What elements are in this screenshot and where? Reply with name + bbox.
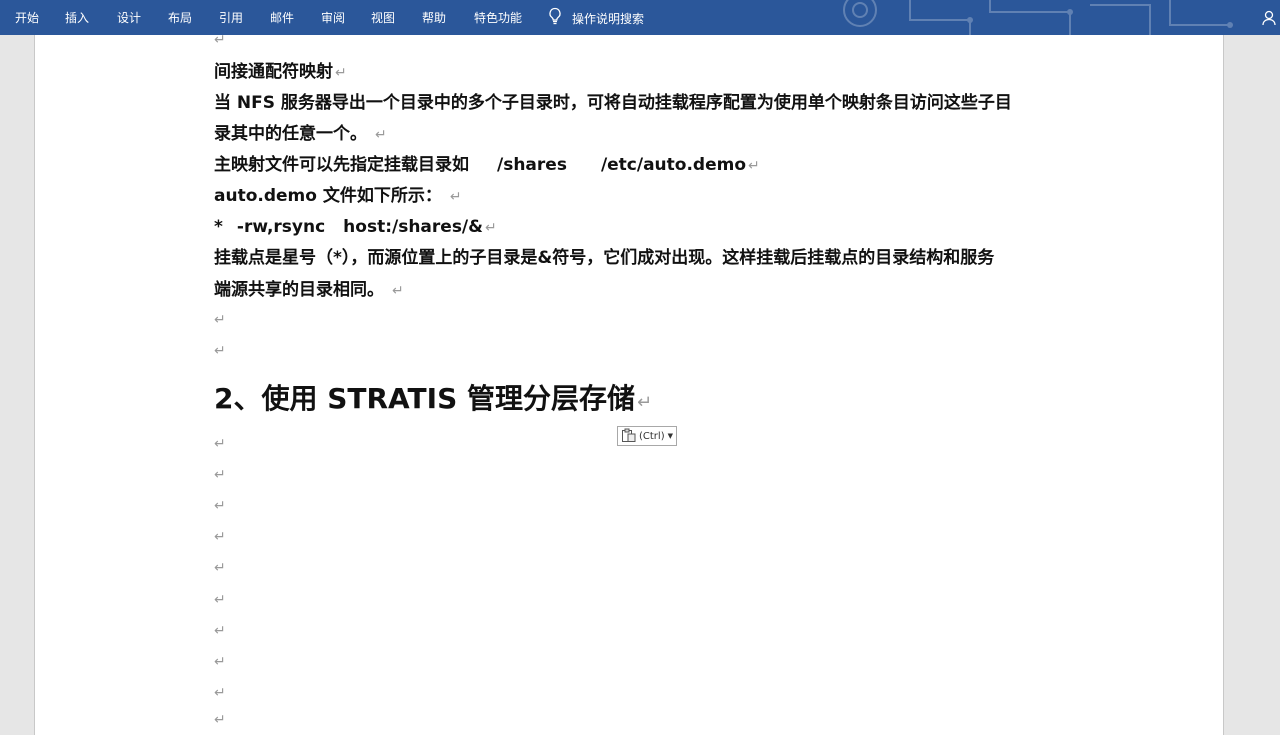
clipboard-icon xyxy=(621,428,637,445)
paragraph-mark: ↵ xyxy=(214,467,226,483)
paragraph-mark: ↵ xyxy=(637,392,653,413)
line-text: 主映射文件可以先指定挂载目录如 xyxy=(214,155,469,175)
line-text: 端源共享的目录相同。 xyxy=(214,280,384,300)
paragraph-mark: ↵ xyxy=(214,343,226,359)
document-page[interactable]: ↵ 间接通配符映射 ↵ 当 NFS 服务器导出一个目录中的多个子目录时，可将自动挂… xyxy=(34,32,1224,735)
paragraph-mark: ↵ xyxy=(335,65,347,81)
tab-home[interactable]: 开始 xyxy=(15,10,39,26)
paragraph-mark: ↵ xyxy=(214,436,226,452)
paragraph-mark: ↵ xyxy=(214,623,226,639)
paragraph-mark: ↵ xyxy=(214,592,226,608)
paragraph-mark: ↵ xyxy=(214,529,226,545)
line-text: 录其中的任意一个。 xyxy=(214,124,367,144)
line-text: /etc/auto.demo xyxy=(600,155,747,175)
doc-line-6: * -rw,rsync host:/shares/& ↵ xyxy=(214,216,497,239)
paragraph-mark: ↵ xyxy=(392,283,404,299)
heading-text: 2、使用 STRATIS 管理分层存储 xyxy=(214,382,635,415)
line-text: host:/shares/& xyxy=(343,217,483,237)
line-text: 间接通配符映射 xyxy=(214,62,333,82)
paste-options-label: (Ctrl) xyxy=(639,430,665,442)
ribbon-decoration xyxy=(843,0,1233,35)
paragraph-mark: ↵ xyxy=(449,189,462,205)
doc-line-4: 主映射文件可以先指定挂载目录如/shares/etc/auto.demo ↵ xyxy=(214,154,760,177)
tab-insert[interactable]: 插入 xyxy=(65,10,89,26)
line-text: * xyxy=(214,217,223,237)
doc-line-8: 端源共享的目录相同。 ↵ xyxy=(214,279,404,302)
paragraph-mark: ↵ xyxy=(214,312,226,328)
tab-mailings[interactable]: 邮件 xyxy=(270,10,294,26)
tab-help[interactable]: 帮助 xyxy=(422,10,446,26)
doc-line-3: 录其中的任意一个。 ↵ xyxy=(214,123,387,146)
paragraph-mark: ↵ xyxy=(214,560,226,576)
ribbon-tab-bar: 开始 插入 设计 布局 引用 邮件 审阅 视图 帮助 特色功能 操作说明搜索 xyxy=(0,0,1280,35)
line-text: -rw,rsync xyxy=(236,217,326,237)
line-text: 当 NFS 服务器导出一个目录中的多个子目录时，可将自动挂载程序配置为使用单个映… xyxy=(214,93,1012,113)
tab-features[interactable]: 特色功能 xyxy=(474,10,522,26)
doc-line-5: auto.demo 文件如下所示： ↵ xyxy=(214,185,462,208)
section-heading: 2、使用 STRATIS 管理分层存储 ↵ xyxy=(214,381,652,421)
paragraph-mark: ↵ xyxy=(748,158,760,174)
line-text: auto.demo 文件如下所示： xyxy=(214,186,442,206)
tab-layout[interactable]: 布局 xyxy=(168,10,192,26)
paste-options-button[interactable]: (Ctrl) ▼ xyxy=(617,426,677,446)
line-text: /shares xyxy=(497,155,567,175)
paragraph-mark: ↵ xyxy=(484,220,497,236)
paragraph-mark: ↵ xyxy=(214,712,226,728)
tab-review[interactable]: 审阅 xyxy=(321,10,345,26)
paragraph-mark: ↵ xyxy=(214,498,226,514)
line-text: 挂载点是星号（*），而源位置上的子目录是&符号，它们成对出现。这样挂载后挂载点的… xyxy=(214,248,995,268)
dropdown-caret-icon: ▼ xyxy=(667,432,673,440)
doc-line-2: 当 NFS 服务器导出一个目录中的多个子目录时，可将自动挂载程序配置为使用单个映… xyxy=(214,92,1012,114)
paragraph-mark: ↵ xyxy=(214,685,226,701)
tell-me-label: 操作说明搜索 xyxy=(572,11,645,26)
paragraph-mark: ↵ xyxy=(214,654,226,670)
paragraph-mark: ↵ xyxy=(214,32,226,48)
lightbulb-icon xyxy=(548,7,562,29)
doc-line-1: 间接通配符映射 ↵ xyxy=(214,61,347,84)
tab-view[interactable]: 视图 xyxy=(371,10,395,26)
tell-me-search[interactable]: 操作说明搜索 xyxy=(548,7,645,29)
doc-line-7: 挂载点是星号（*），而源位置上的子目录是&符号，它们成对出现。这样挂载后挂载点的… xyxy=(214,247,994,269)
person-icon[interactable] xyxy=(1262,10,1276,30)
paragraph-mark: ↵ xyxy=(375,127,387,143)
tab-references[interactable]: 引用 xyxy=(219,10,243,26)
tab-design[interactable]: 设计 xyxy=(117,10,141,26)
